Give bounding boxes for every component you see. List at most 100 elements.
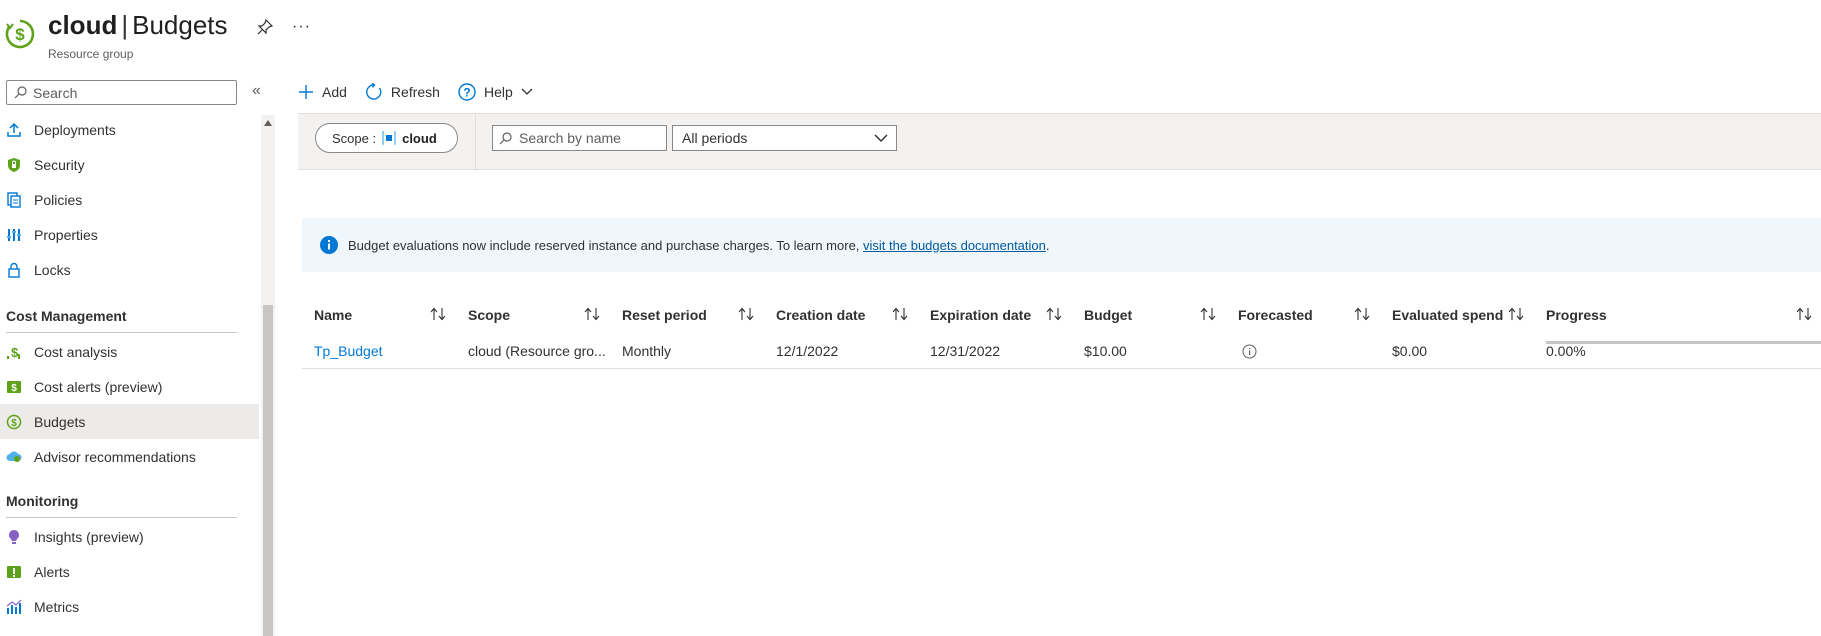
add-button[interactable]: Add	[298, 84, 347, 100]
sidebar-item-deployments[interactable]: Deployments	[0, 112, 259, 147]
info-circle-icon[interactable]	[1242, 344, 1257, 362]
table-row[interactable]: Tp_Budget cloud (Resource gro... Monthly…	[302, 334, 1821, 369]
sort-icon[interactable]	[430, 307, 446, 321]
sidebar-item-metrics[interactable]: Metrics	[0, 589, 259, 624]
more-options-button[interactable]: ···	[292, 18, 311, 36]
sidebar-item-label: Deployments	[34, 121, 116, 138]
properties-icon	[6, 227, 22, 243]
scope-value: cloud	[402, 130, 437, 146]
column-header-scope[interactable]: Scope	[468, 300, 510, 330]
cell-reset-period: Monthly	[622, 343, 672, 359]
resource-name: cloud	[48, 10, 118, 40]
cell-evaluated-spend: $0.00	[1392, 343, 1428, 359]
section-divider	[6, 517, 237, 518]
sidebar-item-budgets[interactable]: $ Budgets	[0, 404, 259, 439]
budget-name-link[interactable]: Tp_Budget	[314, 343, 383, 359]
help-icon: ?	[458, 83, 476, 101]
cell-budget: $10.00	[1084, 343, 1127, 359]
lock-icon	[6, 262, 22, 278]
sidebar-item-security[interactable]: Security	[0, 147, 259, 182]
sidebar-item-label: Locks	[34, 261, 71, 278]
add-button-label: Add	[322, 84, 347, 100]
search-icon	[14, 86, 27, 99]
page-header: $ cloud | Budgets Resource group ···	[0, 0, 1821, 70]
sort-icon[interactable]	[1200, 307, 1216, 321]
column-header-creation-date[interactable]: Creation date	[776, 300, 865, 330]
filter-bar: Scope : cloud Search by name All periods	[298, 113, 1821, 171]
sidebar-item-label: Policies	[34, 191, 83, 208]
cost-analysis-icon: $	[6, 344, 22, 360]
svg-text:$: $	[11, 418, 17, 429]
budgets-documentation-link[interactable]: visit the budgets documentation	[863, 238, 1046, 253]
progress-bar	[1546, 341, 1821, 344]
svg-text:$: $	[11, 345, 19, 360]
sidebar-item-cost-alerts[interactable]: $ Cost alerts (preview)	[0, 369, 259, 404]
column-header-name[interactable]: Name	[314, 300, 352, 330]
sort-icon[interactable]	[1354, 307, 1370, 321]
budgets-logo-icon: $	[5, 19, 35, 49]
scroll-up-arrow-icon[interactable]	[264, 120, 272, 126]
sidebar-item-properties[interactable]: Properties	[0, 217, 259, 252]
collapse-sidebar-button[interactable]: «	[252, 82, 261, 100]
sidebar-item-label: Budgets	[34, 413, 86, 430]
policies-icon	[6, 191, 22, 208]
sidebar-item-label: Cost alerts (preview)	[34, 378, 163, 395]
sidebar-item-policies[interactable]: Policies	[0, 182, 259, 217]
alerts-icon	[6, 564, 22, 580]
title-separator: |	[121, 10, 129, 40]
period-selected-value: All periods	[682, 130, 748, 146]
scope-filter-pill[interactable]: Scope : cloud	[315, 123, 458, 153]
sort-icon[interactable]	[1796, 307, 1812, 321]
resource-group-icon	[382, 131, 396, 145]
sidebar-item-advisor[interactable]: Advisor recommendations	[0, 439, 259, 474]
column-header-budget[interactable]: Budget	[1084, 300, 1132, 330]
sort-icon[interactable]	[1046, 307, 1062, 321]
sort-icon[interactable]	[892, 307, 908, 321]
sidebar-item-label: Alerts	[34, 563, 70, 580]
banner-message: Budget evaluations now include reserved …	[348, 237, 864, 253]
column-header-expiration-date[interactable]: Expiration date	[930, 300, 1031, 330]
plus-icon	[298, 84, 314, 100]
sort-icon[interactable]	[738, 307, 754, 321]
svg-text:?: ?	[463, 86, 470, 100]
cell-creation-date: 12/1/2022	[776, 343, 839, 359]
command-bar: Add Refresh ? Help	[298, 80, 551, 104]
pin-icon[interactable]	[256, 18, 274, 36]
banner-text: Budget evaluations now include reserved …	[348, 238, 1050, 253]
cell-progress: 0.00%	[1546, 343, 1586, 359]
chevron-down-icon	[874, 134, 888, 142]
sidebar-item-insights[interactable]: Insights (preview)	[0, 519, 259, 554]
sidebar-search-placeholder: Search	[33, 85, 78, 101]
sort-icon[interactable]	[584, 307, 600, 321]
help-button[interactable]: ? Help	[458, 83, 533, 101]
sidebar-item-label: Metrics	[34, 598, 80, 615]
column-header-progress[interactable]: Progress	[1546, 300, 1607, 330]
cell-expiration-date: 12/31/2022	[930, 343, 1001, 359]
column-header-forecasted[interactable]: Forecasted	[1238, 300, 1313, 330]
section-cost-management: Cost Management	[6, 308, 127, 324]
sidebar-item-label: Security	[34, 156, 85, 173]
sidebar-item-label: Advisor recommendations	[34, 448, 196, 465]
svg-text:$: $	[15, 25, 25, 44]
budgets-icon: $	[6, 414, 22, 430]
cost-alerts-icon: $	[6, 379, 22, 395]
sidebar-item-alerts[interactable]: Alerts	[0, 554, 259, 589]
sidebar-scroll-thumb[interactable]	[263, 305, 273, 636]
help-button-label: Help	[483, 84, 513, 100]
column-header-reset-period[interactable]: Reset period	[622, 300, 707, 330]
refresh-icon	[365, 83, 383, 101]
column-header-evaluated-spend[interactable]: Evaluated spend	[1392, 300, 1503, 330]
period-dropdown[interactable]: All periods	[672, 125, 897, 151]
search-by-name-input[interactable]: Search by name	[492, 125, 667, 151]
sidebar-search-input[interactable]: Search	[6, 80, 237, 105]
filter-divider	[475, 114, 476, 171]
chevron-down-icon	[521, 88, 533, 96]
sidebar-item-cost-analysis[interactable]: $ Cost analysis	[0, 334, 259, 369]
sort-icon[interactable]	[1508, 307, 1524, 321]
refresh-button[interactable]: Refresh	[365, 83, 440, 101]
page-name: Budgets	[132, 10, 228, 40]
sidebar-item-label: Properties	[34, 226, 98, 243]
deployments-icon	[6, 122, 22, 138]
sidebar-item-locks[interactable]: Locks	[0, 252, 259, 287]
info-icon	[320, 236, 338, 254]
